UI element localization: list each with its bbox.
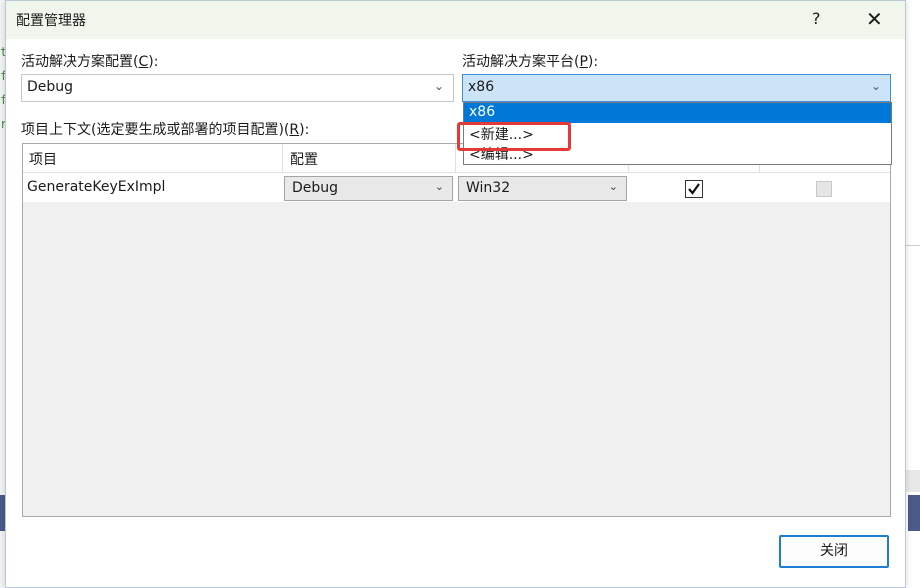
table-row[interactable]: GenerateKeyExImpl Debug ⌄ Win32 ⌄ [23, 173, 890, 202]
row-config-select[interactable]: Debug ⌄ [284, 176, 453, 201]
close-button[interactable]: 关闭 [779, 535, 889, 568]
column-header-config[interactable]: 配置 [290, 149, 318, 169]
check-icon [688, 183, 700, 195]
title-bar: 配置管理器 ? ✕ [6, 1, 905, 39]
active-platform-value: x86 [468, 79, 495, 95]
build-checkbox[interactable] [685, 180, 703, 198]
active-platform-label-text: 活动解决方案平台( [462, 54, 580, 70]
dropdown-option-label: x86 [469, 104, 496, 120]
chevron-down-icon: ⌄ [608, 180, 618, 193]
chevron-down-icon: ⌄ [434, 180, 444, 193]
active-config-label: 活动解决方案配置(C): [21, 51, 158, 71]
project-context-label: 项目上下文(选定要生成或部署的项目配置)(R): [21, 119, 309, 139]
project-context-label-end: ): [299, 122, 310, 138]
dialog-title: 配置管理器 [16, 13, 86, 29]
active-config-value: Debug [27, 79, 74, 95]
dropdown-option-x86[interactable]: x86 [464, 103, 891, 123]
row-platform-select[interactable]: Win32 ⌄ [458, 176, 627, 201]
active-config-label-text: 活动解决方案配置( [21, 54, 139, 70]
active-config-accesskey: C [138, 54, 149, 70]
background-status-bar-right [908, 495, 920, 531]
active-platform-label-end: ): [587, 54, 599, 70]
chevron-down-icon: ⌄ [433, 79, 444, 93]
background-panel [906, 470, 920, 492]
project-context-grid: 项目 配置 GenerateKeyExImpl Debug ⌄ Win32 ⌄ [22, 143, 891, 517]
active-config-select[interactable]: Debug ⌄ [21, 74, 454, 102]
active-platform-label: 活动解决方案平台(P): [462, 51, 598, 71]
row-config-value: Debug [292, 180, 339, 196]
close-icon[interactable]: ✕ [866, 7, 883, 31]
deploy-checkbox [816, 181, 832, 197]
highlight-annotation-box [457, 122, 571, 151]
background-divider [906, 245, 920, 246]
active-platform-select[interactable]: x86 ⌄ [462, 74, 891, 102]
project-context-accesskey: R [289, 122, 300, 138]
help-button[interactable]: ? [812, 9, 821, 28]
column-header-project[interactable]: 项目 [29, 149, 57, 169]
project-context-label-text: 项目上下文(选定要生成或部署的项目配置)( [21, 122, 290, 138]
row-platform-value: Win32 [466, 180, 511, 196]
active-platform-accesskey: P [579, 54, 588, 70]
configuration-manager-dialog: 配置管理器 ? ✕ 活动解决方案配置(C): Debug ⌄ 活动解决方案平台(… [5, 0, 906, 588]
active-config-label-end: ): [148, 54, 159, 70]
chevron-down-icon: ⌄ [870, 79, 881, 93]
project-name-cell: GenerateKeyExImpl [27, 179, 166, 195]
